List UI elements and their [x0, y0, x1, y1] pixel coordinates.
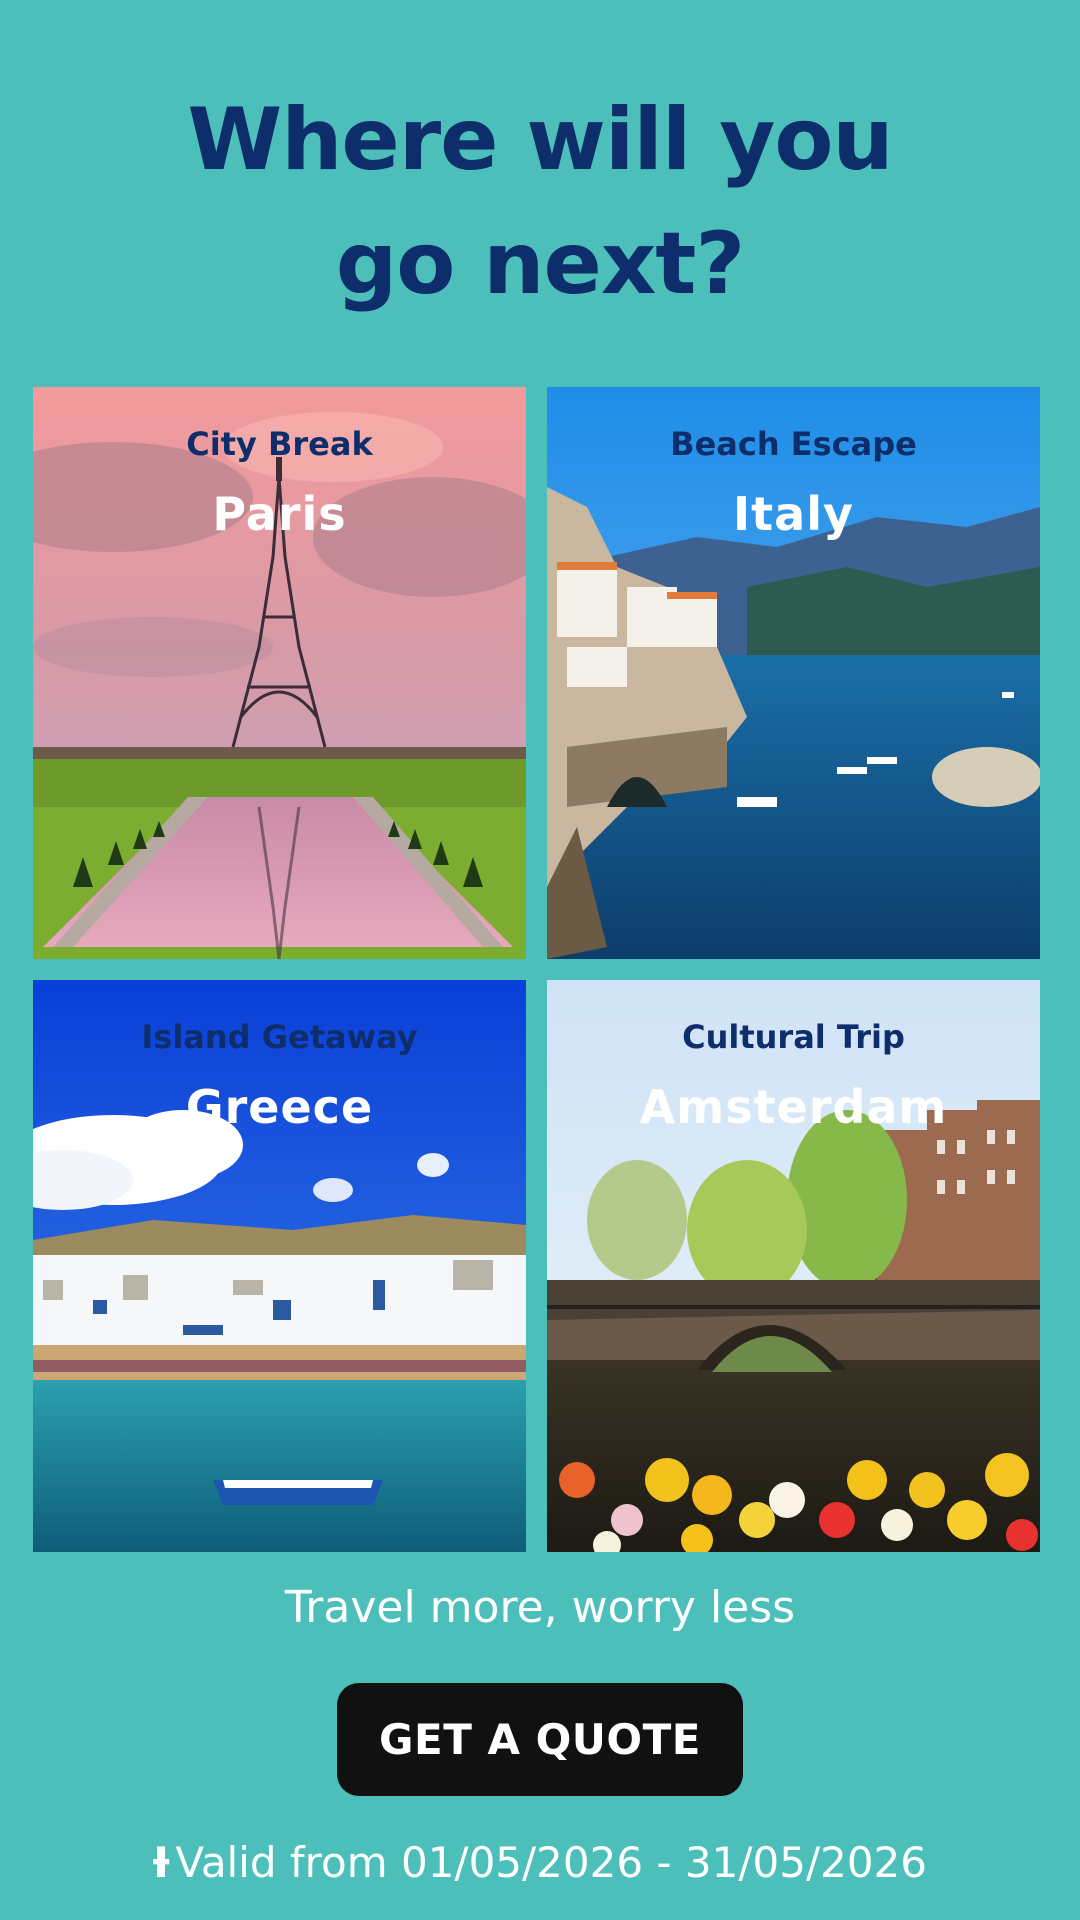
card-category: Island Getaway: [141, 1018, 418, 1056]
greece-photo: [33, 980, 526, 1552]
destination-card-italy[interactable]: Beach Escape Italy: [547, 387, 1040, 959]
card-destination: Amsterdam: [639, 1080, 948, 1134]
get-a-quote-button[interactable]: GET A QUOTE: [337, 1683, 743, 1796]
validity-notice: Ɨ Valid from 01/05/2026 - 31/05/2026: [0, 1838, 1080, 1887]
destination-card-paris[interactable]: City Break Paris: [33, 387, 526, 959]
card-destination: Greece: [185, 1080, 374, 1134]
headline-line-2: go next?: [335, 214, 746, 314]
headline: Where will you go next?: [0, 78, 1080, 326]
paris-photo: [33, 387, 526, 959]
tagline: Travel more, worry less: [284, 1582, 796, 1633]
card-destination: Italy: [733, 487, 854, 541]
italy-photo: [547, 387, 1040, 959]
destination-card-greece[interactable]: Island Getaway Greece: [33, 980, 526, 1552]
headline-line-1: Where will you: [187, 90, 893, 190]
amsterdam-photo: [547, 980, 1040, 1552]
card-category: City Break: [186, 425, 373, 463]
validity-text: Valid from 01/05/2026 - 31/05/2026: [175, 1838, 927, 1887]
card-category: Cultural Trip: [682, 1018, 905, 1056]
info-icon: Ɨ: [152, 1838, 170, 1887]
card-destination: Paris: [212, 487, 347, 541]
card-category: Beach Escape: [670, 425, 917, 463]
destination-card-amsterdam[interactable]: Cultural Trip Amsterdam: [547, 980, 1040, 1552]
